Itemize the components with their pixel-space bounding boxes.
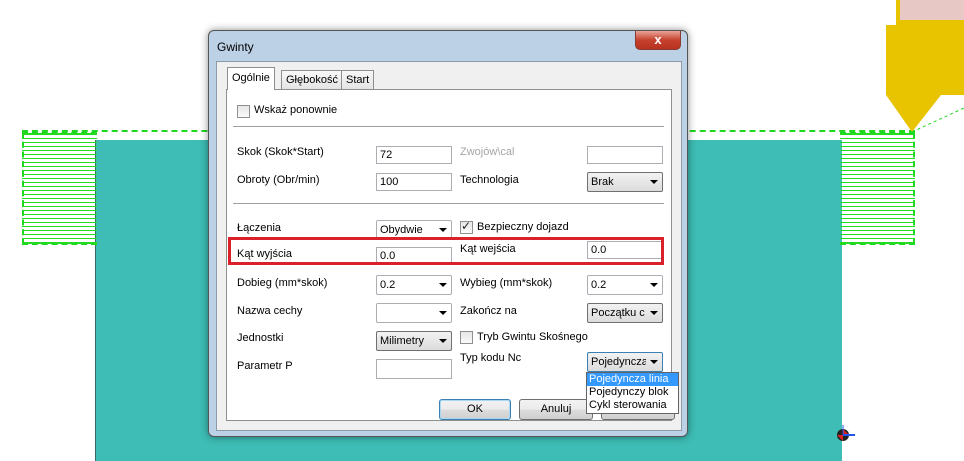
chevron-down-icon [650, 283, 658, 287]
finish-at-select[interactable]: Początku c [587, 303, 663, 323]
separator-1 [233, 126, 664, 128]
nc-code-type-label: Typ kodu Nc [460, 352, 522, 364]
overrun-select[interactable]: 0.2 [587, 275, 663, 295]
separator-2 [233, 203, 664, 205]
dropdown-option-single-block[interactable]: Pojedynczy blok [587, 386, 678, 399]
nc-code-type-select[interactable]: Pojedyncza [587, 352, 663, 372]
cutting-tool-icon [886, 0, 964, 132]
pitch-input[interactable]: 72 [376, 146, 452, 164]
connections-label: Łączenia [237, 222, 282, 234]
finish-at-value: Początku c [591, 307, 645, 319]
safe-approach-label: Bezpieczny dojazd [477, 221, 569, 233]
rpm-label: Obroty (Obr/min) [237, 174, 320, 186]
chevron-down-icon [439, 339, 447, 343]
pitch-label: Skok (Skok*Start) [237, 146, 324, 158]
dropdown-option-single-line[interactable]: Pojedyncza linia [587, 373, 678, 386]
chevron-down-icon [650, 360, 658, 364]
threads-per-inch-input[interactable] [587, 146, 663, 164]
show-again-checkbox[interactable] [237, 105, 250, 118]
origin-axis-icon [837, 425, 855, 441]
chevron-down-icon [439, 283, 447, 287]
close-icon: x [654, 32, 662, 47]
overrun-label: Wybieg (mm*skok) [460, 277, 553, 289]
approach-value: 0.2 [380, 279, 396, 291]
threads-per-inch-label: Zwojów\cal [460, 146, 515, 158]
annotation-highlight-box [228, 237, 664, 265]
taper-thread-label: Tryb Gwintu Skośnego [477, 331, 588, 343]
chevron-down-icon [650, 180, 658, 184]
dropdown-option-control-cycle[interactable]: Cykl sterowania [587, 399, 678, 412]
finish-at-label: Zakończ na [460, 305, 517, 317]
param-p-label: Parametr P [237, 360, 293, 372]
chevron-down-icon [439, 228, 447, 232]
show-again-label: Wskaż ponownie [254, 104, 338, 116]
nc-code-type-value: Pojedyncza [591, 356, 646, 368]
technology-label: Technologia [460, 174, 519, 186]
approach-label: Dobieg (mm*skok) [237, 277, 328, 289]
close-button[interactable]: x [635, 31, 681, 50]
ok-button[interactable]: OK [439, 399, 511, 420]
units-select[interactable]: Milimetry [376, 331, 452, 351]
tab-start[interactable]: Start [341, 70, 375, 89]
technology-value: Brak [591, 176, 614, 188]
feature-name-label: Nazwa cechy [237, 305, 303, 317]
param-p-input[interactable] [376, 359, 452, 379]
rpm-input[interactable]: 100 [376, 173, 452, 191]
dialog-title: Gwinty [217, 40, 254, 54]
tab-depth[interactable]: Głębokość [281, 70, 343, 89]
safe-approach-checkbox[interactable]: ✓ [460, 219, 473, 234]
tab-general[interactable]: Ogólnie [227, 67, 275, 90]
checkmark-icon: ✓ [461, 219, 472, 233]
units-label: Jednostki [237, 332, 284, 344]
chevron-down-icon [439, 311, 447, 315]
chevron-down-icon [650, 311, 658, 315]
cad-thread-left [22, 132, 97, 245]
approach-select[interactable]: 0.2 [376, 275, 452, 295]
taper-thread-checkbox[interactable] [460, 331, 473, 344]
nc-code-type-dropdown-list: Pojedyncza linia Pojedynczy blok Cykl st… [586, 372, 679, 414]
overrun-value: 0.2 [591, 279, 607, 291]
cad-thread-right [840, 132, 915, 245]
technology-select[interactable]: Brak [587, 172, 663, 192]
units-value: Milimetry [380, 335, 424, 347]
feature-name-select[interactable] [376, 303, 452, 323]
cancel-button[interactable]: Anuluj [519, 399, 593, 420]
